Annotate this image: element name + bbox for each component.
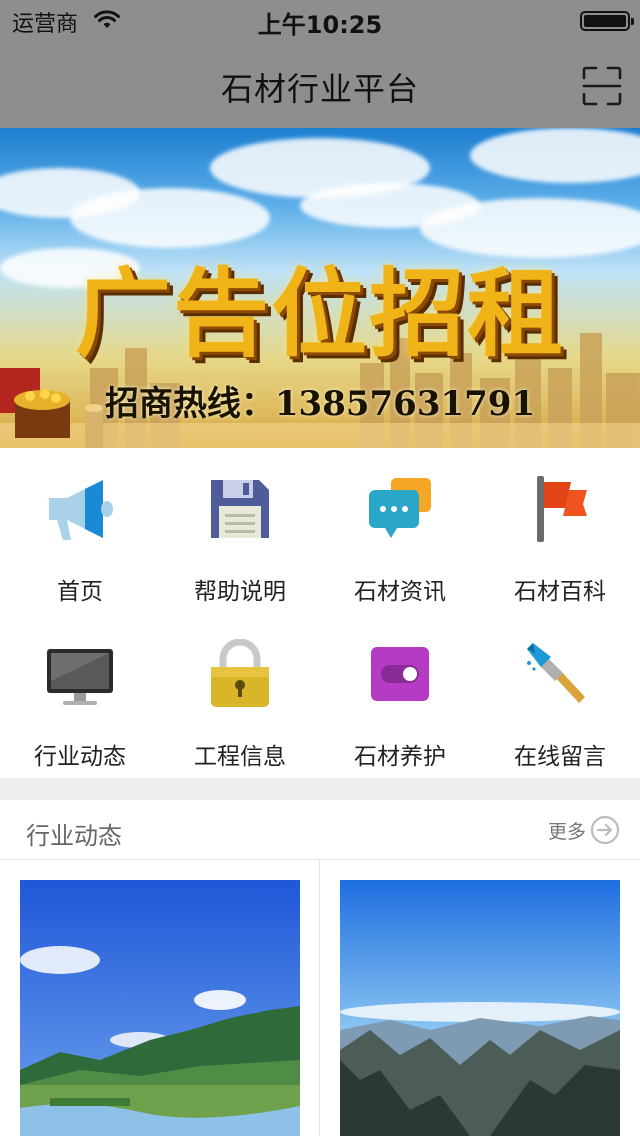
menu-item-label: 石材资讯	[354, 579, 446, 605]
menu-item-label: 行业动态	[34, 744, 126, 770]
section-title: 行业动态	[26, 822, 122, 850]
menu-item-label: 石材百科	[514, 579, 606, 605]
photo-divider	[319, 860, 320, 1136]
menu-item-stone-news[interactable]: 石材资讯	[320, 448, 480, 613]
section-separator	[0, 778, 640, 800]
battery-icon	[580, 11, 634, 31]
floppy-disk-icon	[211, 480, 269, 538]
menu-item-online-message[interactable]: 在线留言	[480, 613, 640, 778]
banner-hotline: 招商热线：13857631791	[104, 384, 536, 424]
lock-icon	[211, 639, 269, 707]
menu-item-label: 工程信息	[194, 744, 286, 770]
menu-item-label: 帮助说明	[194, 579, 286, 605]
chat-bubble-icon	[369, 478, 431, 538]
news-photo-card[interactable]	[340, 880, 620, 1136]
paint-brush-icon	[527, 643, 585, 703]
section-header: 行业动态 更多	[0, 800, 640, 860]
more-label: 更多	[547, 820, 586, 843]
banner-headline: 广告位招租	[75, 257, 565, 370]
scan-icon[interactable]	[582, 66, 622, 106]
menu-item-home[interactable]: 首页	[0, 448, 160, 613]
page-title: 石材行业平台	[220, 70, 419, 108]
menu-item-help[interactable]: 帮助说明	[160, 448, 320, 613]
ad-banner[interactable]: 广告位招租 招商热线：13857631791	[0, 128, 640, 448]
monitor-icon	[47, 649, 113, 705]
news-photo-card[interactable]	[20, 880, 300, 1136]
landscape-photo-wetland	[20, 880, 300, 1136]
megaphone-icon	[49, 480, 113, 540]
status-time: 上午10:25	[257, 11, 383, 39]
category-grid: 首页 帮助说明 石材资讯 石材百科 行业动态 工程信息 石材养护 在线留言	[0, 448, 640, 778]
menu-item-industry-news[interactable]: 行业动态	[0, 613, 160, 778]
nav-bar: 石材行业平台	[0, 40, 640, 128]
menu-item-project-info[interactable]: 工程信息	[160, 613, 320, 778]
flag-icon	[537, 476, 587, 542]
menu-item-label: 首页	[57, 579, 103, 605]
arrow-right-circle-icon	[590, 815, 620, 845]
menu-item-stone-wiki[interactable]: 石材百科	[480, 448, 640, 613]
toggle-icon	[371, 647, 429, 701]
menu-item-label: 在线留言	[514, 744, 606, 770]
more-link[interactable]: 更多	[548, 814, 620, 846]
landscape-photo-mountains	[340, 880, 620, 1136]
status-bar: 运营商 上午10:25	[0, 0, 640, 40]
menu-item-label: 石材养护	[354, 744, 446, 770]
menu-item-stone-care[interactable]: 石材养护	[320, 613, 480, 778]
